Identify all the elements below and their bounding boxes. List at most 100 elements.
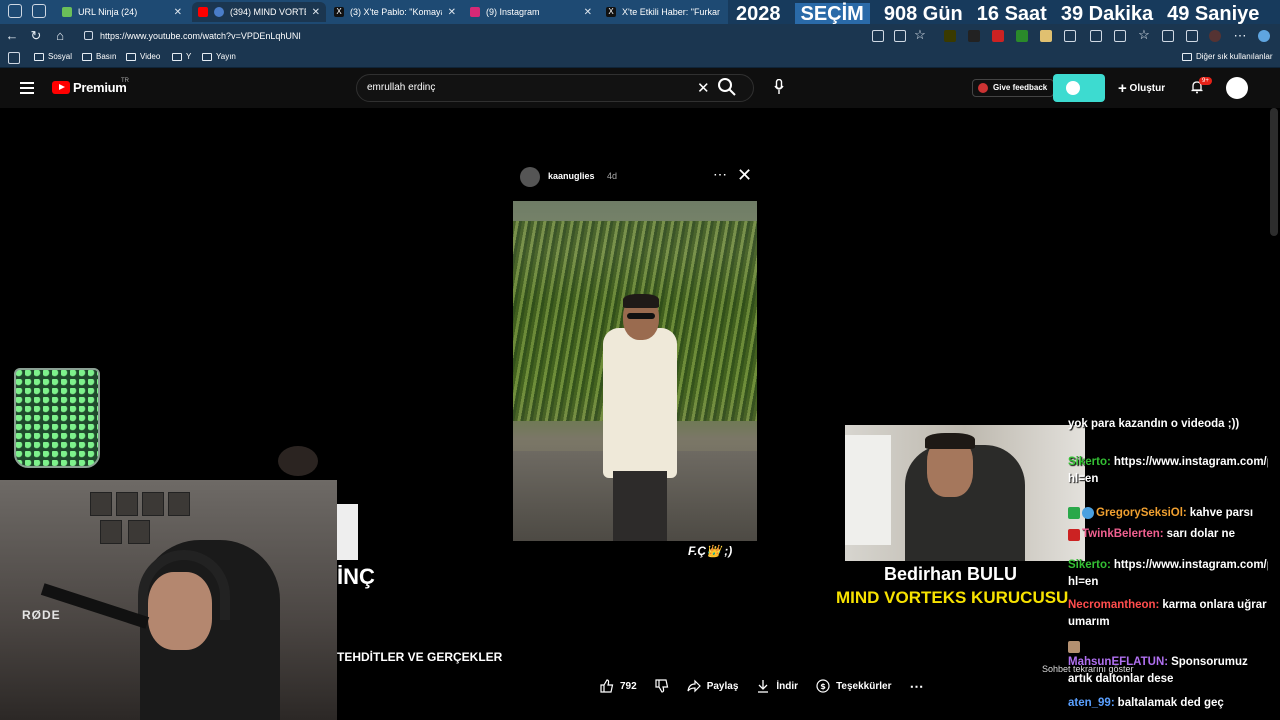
chat-message: GregorySeksiOl: kahve parsı: [1096, 505, 1268, 522]
extension-icon[interactable]: [992, 30, 1004, 42]
super-thanks-icon: $: [816, 679, 830, 693]
video-player[interactable]: kaanuglies 4d ⋯ ✕ F.Ç👑 ;) RØDE İNÇ TEHDİ…: [0, 108, 1280, 720]
back-icon[interactable]: ←: [4, 28, 20, 44]
site-info-icon[interactable]: [84, 31, 93, 40]
extension-icon[interactable]: [894, 30, 906, 42]
tab-title: (3) X'te Pablo: "Komaya so: [350, 7, 442, 17]
video-actions-bar: 792 Paylaş İndir $ Teşekkürler ⋯: [600, 674, 923, 698]
profile-avatar[interactable]: [1209, 30, 1221, 42]
youtube-premium-label[interactable]: Premium: [73, 80, 127, 95]
like-button[interactable]: 792: [600, 679, 637, 693]
favorite-star-icon[interactable]: ☆: [912, 27, 928, 43]
thumbs-down-icon: [655, 679, 668, 693]
feedback-icon: [978, 83, 988, 93]
dislike-button[interactable]: [655, 679, 669, 693]
copilot-icon[interactable]: [1258, 30, 1270, 42]
bookmark-label: Yayın: [216, 52, 236, 61]
home-icon[interactable]: ⌂: [52, 28, 68, 44]
bookmarks-bar: Sosyal Basın Video Y Yayın Diğer sık kul…: [0, 48, 1280, 68]
microphone-icon[interactable]: [774, 79, 784, 95]
extension-icon[interactable]: [1016, 30, 1028, 42]
chat-badge-icon: [1082, 507, 1094, 519]
tab-youtube[interactable]: (394) MIND VORTEKS ✕: [192, 2, 326, 22]
url-field[interactable]: https://www.youtube.com/watch?v=VPDEnLqh…: [80, 27, 860, 45]
bookmark-apps-icon[interactable]: [8, 52, 20, 64]
chat-author: TwinkBelerten:: [1082, 528, 1164, 540]
close-tab-icon[interactable]: ✕: [584, 7, 592, 18]
thanks-button[interactable]: $ Teşekkürler: [816, 679, 891, 693]
tab-title: URL Ninja (24): [78, 7, 138, 17]
extension-toggle[interactable]: [1053, 74, 1105, 102]
plus-icon: +: [1118, 80, 1127, 97]
close-tab-icon[interactable]: ✕: [174, 7, 182, 18]
refresh-icon[interactable]: ↻: [28, 28, 44, 44]
tab-actions-icon[interactable]: [32, 4, 46, 18]
tab-url-ninja[interactable]: URL Ninja (24) ✕: [56, 2, 188, 22]
chat-badge-icon: [1068, 641, 1080, 653]
show-chat-replay-button[interactable]: Sohbet tekrarını göster: [1042, 664, 1134, 674]
split-screen-icon[interactable]: [1090, 30, 1102, 42]
tab-x-pablo[interactable]: X (3) X'te Pablo: "Komaya so ✕: [328, 2, 462, 22]
share-button[interactable]: Paylaş: [687, 679, 738, 693]
more-menu-icon[interactable]: ⋯: [1232, 28, 1248, 44]
more-actions-button[interactable]: ⋯: [909, 678, 923, 695]
url-text: https://www.youtube.com/watch?v=VPDEnLqh…: [100, 31, 301, 41]
extension-icon[interactable]: [968, 30, 980, 42]
tab-x-etkili-haber[interactable]: X X'te Etkili Haber: "Furkan B: [600, 2, 726, 22]
give-feedback-button[interactable]: Give feedback: [972, 79, 1055, 97]
youtube-header: Premium TR emrullah erdinç ✕ Give feedba…: [0, 68, 1280, 108]
chat-message: yok para kazandın o videoda ;)): [1068, 416, 1268, 433]
live-chat-replay: yok para kazandın o videoda ;)) Sikerto:…: [1068, 416, 1268, 720]
chat-message: aten_99: baltalamak ded geç: [1068, 695, 1268, 712]
x-icon: X: [334, 7, 344, 17]
create-label: Oluştur: [1129, 83, 1166, 94]
chat-text: sarı dolar ne: [1166, 528, 1235, 540]
bookmark-folder-y[interactable]: Y: [172, 52, 191, 61]
bookmark-folder-sosyal[interactable]: Sosyal: [34, 52, 72, 61]
search-icon[interactable]: [716, 76, 738, 98]
download-button[interactable]: İndir: [756, 679, 798, 693]
tab-title: (9) Instagram: [486, 7, 540, 17]
folder-icon: [1182, 52, 1192, 61]
menu-icon[interactable]: [20, 82, 34, 94]
bookmark-folder-video[interactable]: Video: [126, 52, 160, 61]
search-input[interactable]: emrullah erdinç: [367, 82, 435, 93]
workspaces-icon[interactable]: [8, 4, 22, 18]
lower-third-subtitle: TEHDİTLER VE GERÇEKLER: [337, 650, 503, 664]
notification-count-badge: 9+: [1199, 77, 1212, 85]
extension-icon[interactable]: [944, 30, 956, 42]
bookmark-folder-basin[interactable]: Basın: [82, 52, 116, 61]
url-ninja-icon: [62, 7, 72, 17]
account-avatar[interactable]: [1226, 77, 1248, 99]
close-tab-icon[interactable]: ✕: [448, 7, 456, 18]
decorative-jar-graphic: [14, 368, 100, 468]
more-horizontal-icon: ⋯: [909, 677, 924, 694]
extension-icon[interactable]: [1040, 30, 1052, 42]
collections-star-icon[interactable]: ☆: [1136, 27, 1152, 43]
bookmark-label: Basın: [96, 52, 117, 61]
search-box[interactable]: emrullah erdinç ✕: [356, 74, 754, 102]
chat-message: Sikerto:https://www.instagram.com/p/DlLi…: [1068, 454, 1268, 488]
page-scrollbar[interactable]: [1270, 108, 1278, 236]
folder-icon: [34, 52, 44, 61]
youtube-icon: [198, 7, 208, 17]
countdown-seconds: 49 Saniye: [1167, 2, 1260, 25]
audio-icon: [214, 7, 224, 17]
extension-icon[interactable]: [872, 30, 884, 42]
youtube-logo-icon[interactable]: [52, 81, 70, 94]
heart-icon[interactable]: [1162, 30, 1174, 42]
clear-search-icon[interactable]: ✕: [697, 79, 710, 97]
chat-message: TwinkBelerten: sarı dolar ne: [1082, 526, 1268, 543]
chat-text: baltalamak ded geç: [1117, 697, 1224, 709]
browser-essentials-icon[interactable]: [1186, 30, 1198, 42]
create-button[interactable]: + Oluştur: [1118, 80, 1165, 97]
bookmark-label: Video: [140, 52, 161, 61]
bookmark-folder-other[interactable]: Diğer sık kullanılanlar: [1182, 52, 1272, 61]
close-tab-icon[interactable]: ✕: [312, 7, 320, 18]
chat-author: GregorySeksiOl:: [1096, 507, 1187, 519]
favorites-icon[interactable]: [1114, 30, 1126, 42]
tab-instagram[interactable]: (9) Instagram ✕: [464, 2, 598, 22]
bookmark-folder-yayin[interactable]: Yayın: [202, 52, 236, 61]
tab-title: (394) MIND VORTEKS: [230, 7, 306, 17]
extensions-puzzle-icon[interactable]: [1064, 30, 1076, 42]
